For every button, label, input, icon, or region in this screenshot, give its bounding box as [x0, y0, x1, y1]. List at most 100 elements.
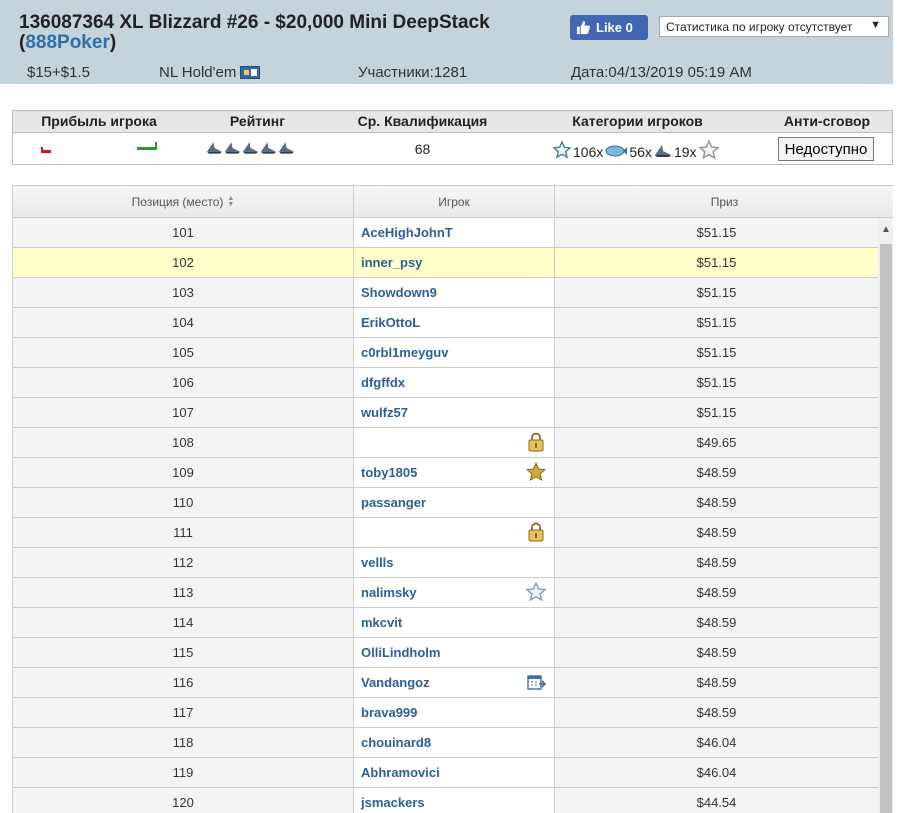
table-row[interactable]: 103 Showdown9 $51.15 [13, 278, 878, 308]
table-row[interactable]: 110 passanger $48.59 [13, 488, 878, 518]
table-row[interactable]: 113 nalimsky $48.59 [13, 578, 878, 608]
player-cell: Abhramovici [354, 758, 555, 787]
shark-icon [224, 142, 241, 154]
player-link[interactable]: Vandangoz [361, 675, 430, 690]
player-link[interactable]: inner_psy [361, 255, 422, 270]
position-column-header[interactable]: Позиция (место) ▲ ▼ [13, 186, 354, 218]
player-link[interactable]: jsmackers [361, 795, 425, 810]
player-cell [354, 428, 555, 457]
position-cell: 113 [13, 578, 354, 607]
scroll-up-arrow-icon[interactable]: ▲ [881, 224, 891, 235]
player-link[interactable]: Abhramovici [361, 765, 440, 780]
results-table: Позиция (место) ▲ ▼ Игрок Приз 101 AceHigh… [12, 185, 893, 813]
table-row[interactable]: 112 vellls $48.59 [13, 548, 878, 578]
player-link[interactable]: passanger [361, 495, 426, 510]
scroll-thumb[interactable] [880, 244, 892, 813]
table-row[interactable]: 116 Vandangoz $48.59 [13, 668, 878, 698]
table-row[interactable]: 108 $49.65 [13, 428, 878, 458]
sort-icon[interactable]: ▲ ▼ [227, 195, 234, 208]
player-link[interactable]: ErikOttoL [361, 315, 420, 330]
prize-cell: $51.15 [555, 248, 878, 277]
player-link[interactable]: dfgffdx [361, 375, 405, 390]
table-row[interactable]: 105 c0rbl1meyguv $51.15 [13, 338, 878, 368]
player-cell: brava999 [354, 698, 555, 727]
player-cell [354, 518, 555, 547]
table-row[interactable]: 117 brava999 $48.59 [13, 698, 878, 728]
player-cell: ErikOttoL [354, 308, 555, 337]
table-row[interactable]: 101 AceHighJohnT $51.15 [13, 218, 878, 248]
position-cell: 109 [13, 458, 354, 487]
gold-star-icon [525, 461, 547, 482]
room-link[interactable]: 888Poker [25, 32, 110, 53]
anti-collusion-button[interactable]: Недоступно [778, 137, 874, 161]
prize-cell: $48.59 [555, 578, 878, 607]
fish-icon [605, 145, 628, 156]
prize-cell: $51.15 [555, 368, 878, 397]
player-stats-select[interactable]: Статистика по игроку отсутствует ▼ [659, 16, 889, 37]
table-row[interactable]: 104 ErikOttoL $51.15 [13, 308, 878, 338]
player-cell: jsmackers [354, 788, 555, 813]
prize-cell: $48.59 [555, 698, 878, 727]
results-header-row: Позиция (место) ▲ ▼ Игрок Приз [13, 186, 893, 218]
prize-cell: $51.15 [555, 398, 878, 427]
position-cell: 110 [13, 488, 354, 517]
qualification-header: Ср. Квалификация [357, 113, 488, 129]
player-link[interactable]: toby1805 [361, 465, 417, 480]
table-row[interactable]: 111 $48.59 [13, 518, 878, 548]
player-link[interactable]: wulfz57 [361, 405, 408, 420]
buyin-text: $15+$1.5 [27, 64, 90, 81]
facebook-like-button[interactable]: Like 0 [570, 15, 648, 40]
player-link[interactable]: mkcvit [361, 615, 402, 630]
qualification-value: 68 [414, 141, 431, 157]
player-link[interactable]: brava999 [361, 705, 417, 720]
player-cell: nalimsky [354, 578, 555, 607]
player-cell: Vandangoz [354, 668, 555, 697]
shark-icon [278, 142, 295, 154]
position-cell: 118 [13, 728, 354, 757]
table-row[interactable]: 119 Abhramovici $46.04 [13, 758, 878, 788]
player-link[interactable]: OlliLindholm [361, 645, 440, 660]
position-cell: 116 [13, 668, 354, 697]
lock-icon [526, 522, 546, 542]
tournament-title: 136087364 XL Blizzard #26 - $20,000 Mini… [19, 12, 490, 53]
results-scrollbar[interactable]: ▲ [878, 218, 893, 813]
table-row[interactable]: 118 chouinard8 $46.04 [13, 728, 878, 758]
prize-cell: $48.59 [555, 608, 878, 637]
player-link[interactable]: Showdown9 [361, 285, 437, 300]
player-cell: vellls [354, 548, 555, 577]
table-row[interactable]: 120 jsmackers $44.54 [13, 788, 878, 813]
prize-cell: $44.54 [555, 788, 878, 813]
table-row[interactable]: 106 dfgffdx $51.15 [13, 368, 878, 398]
prize-cell: $49.65 [555, 428, 878, 457]
shark-icon [206, 142, 223, 154]
category-count: 19x [673, 144, 697, 160]
position-cell: 104 [13, 308, 354, 337]
player-cell: c0rbl1meyguv [354, 338, 555, 367]
player-link[interactable]: vellls [361, 555, 394, 570]
prize-cell: $51.15 [555, 338, 878, 367]
categories-header: Категории игроков [572, 113, 703, 129]
table-row[interactable]: 115 OlliLindholm $48.59 [13, 638, 878, 668]
player-column-header: Игрок [354, 186, 555, 218]
shark-icon [242, 142, 259, 154]
star-outline-icon [525, 581, 547, 602]
position-cell: 112 [13, 548, 354, 577]
star-outline-icon [698, 139, 719, 159]
player-link[interactable]: c0rbl1meyguv [361, 345, 448, 360]
table-row[interactable]: 114 mkcvit $48.59 [13, 608, 878, 638]
position-cell: 101 [13, 218, 354, 247]
star-outline-icon [553, 140, 571, 159]
player-link[interactable]: chouinard8 [361, 735, 431, 750]
table-row[interactable]: 107 wulfz57 $51.15 [13, 398, 878, 428]
position-cell: 117 [13, 698, 354, 727]
table-row[interactable]: 102 inner_psy $51.15 [13, 248, 878, 278]
prize-cell: $51.15 [555, 278, 878, 307]
player-link[interactable]: AceHighJohnT [361, 225, 453, 240]
prize-cell: $48.59 [555, 488, 878, 517]
table-row[interactable]: 109 toby1805 $48.59 [13, 458, 878, 488]
prize-cell: $48.59 [555, 548, 878, 577]
rating-header: Рейтинг [229, 113, 286, 129]
dropdown-arrow-icon: ▼ [870, 19, 881, 31]
player-link[interactable]: nalimsky [361, 585, 417, 600]
lock-icon [526, 432, 546, 452]
